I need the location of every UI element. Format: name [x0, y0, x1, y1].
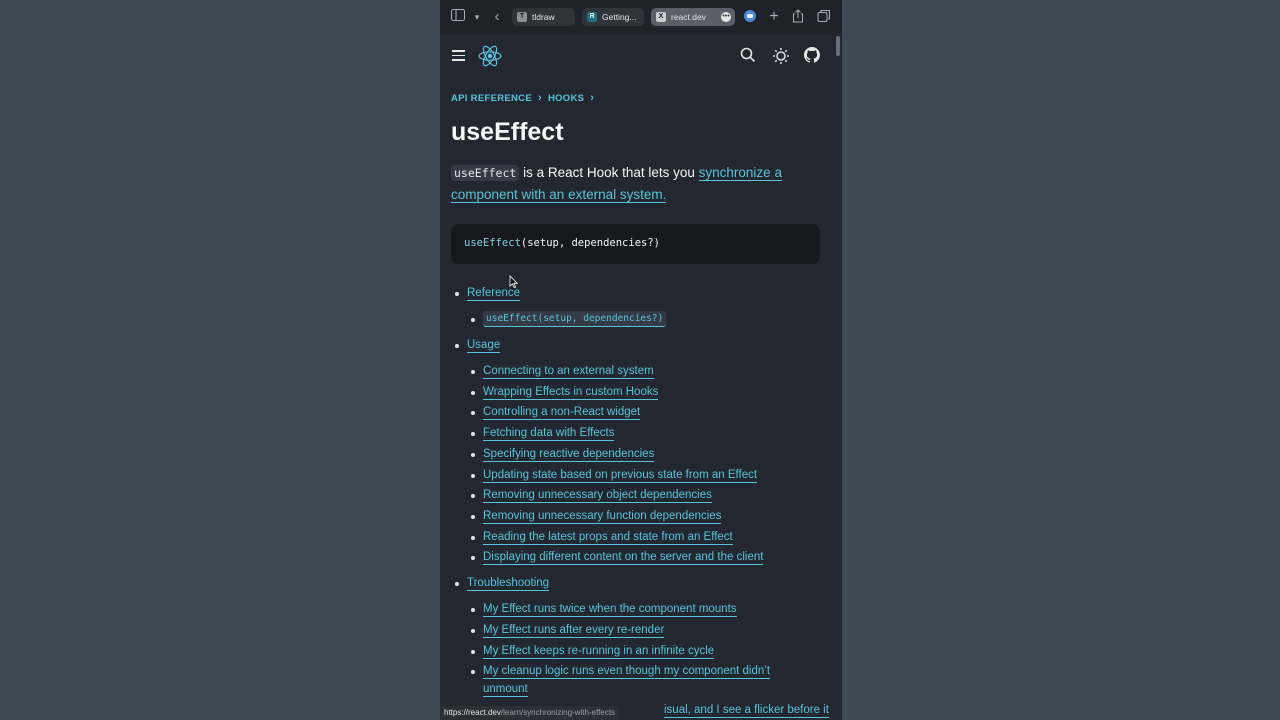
react-logo[interactable]	[477, 43, 503, 69]
bullet	[471, 452, 475, 457]
intro-text: is a React Hook that lets you	[519, 165, 699, 180]
bullet	[471, 556, 475, 561]
inline-code: useEffect	[451, 165, 520, 181]
chevron-down-icon[interactable]: ▾	[469, 9, 485, 25]
toc-troubleshooting-item-partial[interactable]: isual, and I see a flicker before it	[664, 704, 829, 718]
bullet	[471, 670, 475, 674]
tab-tldraw[interactable]: T tldraw	[512, 8, 575, 26]
bullet	[471, 494, 475, 499]
bullet	[471, 650, 475, 654]
toc-troubleshooting-item-cont[interactable]: unmount	[483, 683, 528, 697]
tab-label: Getting...	[602, 12, 637, 22]
close-tab-icon[interactable]: X	[656, 12, 666, 22]
toc-usage-item[interactable]: Wrapping Effects in custom Hooks	[483, 385, 659, 400]
bullet	[455, 582, 459, 586]
toc-troubleshooting-item[interactable]: My Effect runs twice when the component …	[483, 603, 737, 617]
browser-window: ▾ ‹ T tldraw R Getting... X react.dev ••…	[440, 0, 842, 720]
toc-usage-item[interactable]: Removing unnecessary object dependencies	[483, 489, 712, 504]
bullet	[471, 473, 475, 478]
bullet	[471, 535, 475, 540]
breadcrumb-hooks[interactable]: HOOKS	[548, 93, 584, 104]
bullet	[471, 432, 475, 437]
bullet	[471, 370, 475, 374]
site-header	[440, 34, 842, 78]
toc-reference-code[interactable]: useEffect(setup, dependencies?)	[483, 311, 667, 327]
sidebar-icon[interactable]	[450, 9, 466, 25]
menu-icon[interactable]	[452, 50, 465, 61]
status-url-host: https://react.dev	[444, 708, 501, 717]
tabs-overview-icon[interactable]	[816, 9, 832, 25]
signature-args: (setup, dependencies?)	[520, 237, 660, 249]
toc-usage-item[interactable]: Fetching data with Effects	[483, 427, 615, 442]
page-title: useEffect	[451, 118, 564, 146]
bullet	[471, 514, 475, 519]
search-icon[interactable]	[740, 47, 758, 65]
toc-usage[interactable]: Usage	[467, 339, 501, 353]
bullet	[471, 608, 475, 612]
extension-icon[interactable]	[742, 9, 758, 25]
tab-getting-started[interactable]: R Getting...	[582, 8, 644, 26]
toc-troubleshooting-item[interactable]: My Effect keeps re-running in an infinit…	[483, 645, 715, 659]
toc-troubleshooting[interactable]: Troubleshooting	[467, 577, 550, 591]
bullet	[455, 292, 459, 296]
breadcrumb: API REFERENCE › HOOKS ›	[451, 92, 594, 104]
theme-toggle-icon[interactable]	[772, 47, 790, 65]
toc-usage-item[interactable]: Removing unnecessary function dependenci…	[483, 509, 722, 524]
bullet	[455, 344, 459, 348]
chevron-right-icon: ›	[537, 92, 542, 104]
tldraw-favicon: T	[517, 12, 527, 22]
back-icon[interactable]: ‹	[489, 9, 505, 25]
toc-usage-item[interactable]: Reading the latest props and state from …	[483, 530, 733, 545]
react-favicon: R	[587, 12, 597, 22]
toc-troubleshooting-item[interactable]: My cleanup logic runs even though my com…	[483, 665, 771, 679]
toc-usage-item[interactable]: Updating state based on previous state f…	[483, 468, 758, 483]
tab-label: react.dev	[671, 12, 706, 22]
browser-toolbar: ▾ ‹ T tldraw R Getting... X react.dev ••…	[440, 0, 842, 34]
breadcrumb-api-reference[interactable]: API REFERENCE	[451, 93, 532, 104]
github-icon[interactable]	[804, 47, 822, 65]
bullet	[471, 411, 475, 416]
more-icon[interactable]: •••	[721, 12, 731, 22]
tab-label: tldraw	[532, 12, 555, 22]
toc-usage-item[interactable]: Controlling a non-React widget	[483, 406, 641, 421]
bullet	[471, 629, 475, 633]
signature-code-block: useEffect(setup, dependencies?)	[451, 224, 820, 264]
new-tab-icon[interactable]: +	[766, 9, 782, 25]
bullet	[471, 390, 475, 395]
share-icon[interactable]	[790, 9, 806, 25]
bullet	[471, 318, 475, 322]
signature-function: useEffect	[464, 237, 521, 249]
toc-usage-item[interactable]: Specifying reactive dependencies	[483, 447, 655, 462]
toc-troubleshooting-item[interactable]: My Effect runs after every re-render	[483, 624, 665, 638]
intro-paragraph: useEffect is a React Hook that lets you …	[451, 162, 811, 205]
mouse-cursor-icon	[509, 275, 519, 289]
status-url-path: /learn/synchronizing-with-effects	[500, 708, 616, 717]
tab-react-dev[interactable]: X react.dev •••	[651, 8, 735, 26]
toc-usage-item[interactable]: Connecting to an external system	[483, 365, 654, 379]
toc-usage-item[interactable]: Displaying different content on the serv…	[483, 551, 764, 566]
chevron-right-icon: ›	[590, 92, 595, 104]
status-bar-url: https://react.dev/learn/synchronizing-wi…	[440, 706, 620, 720]
